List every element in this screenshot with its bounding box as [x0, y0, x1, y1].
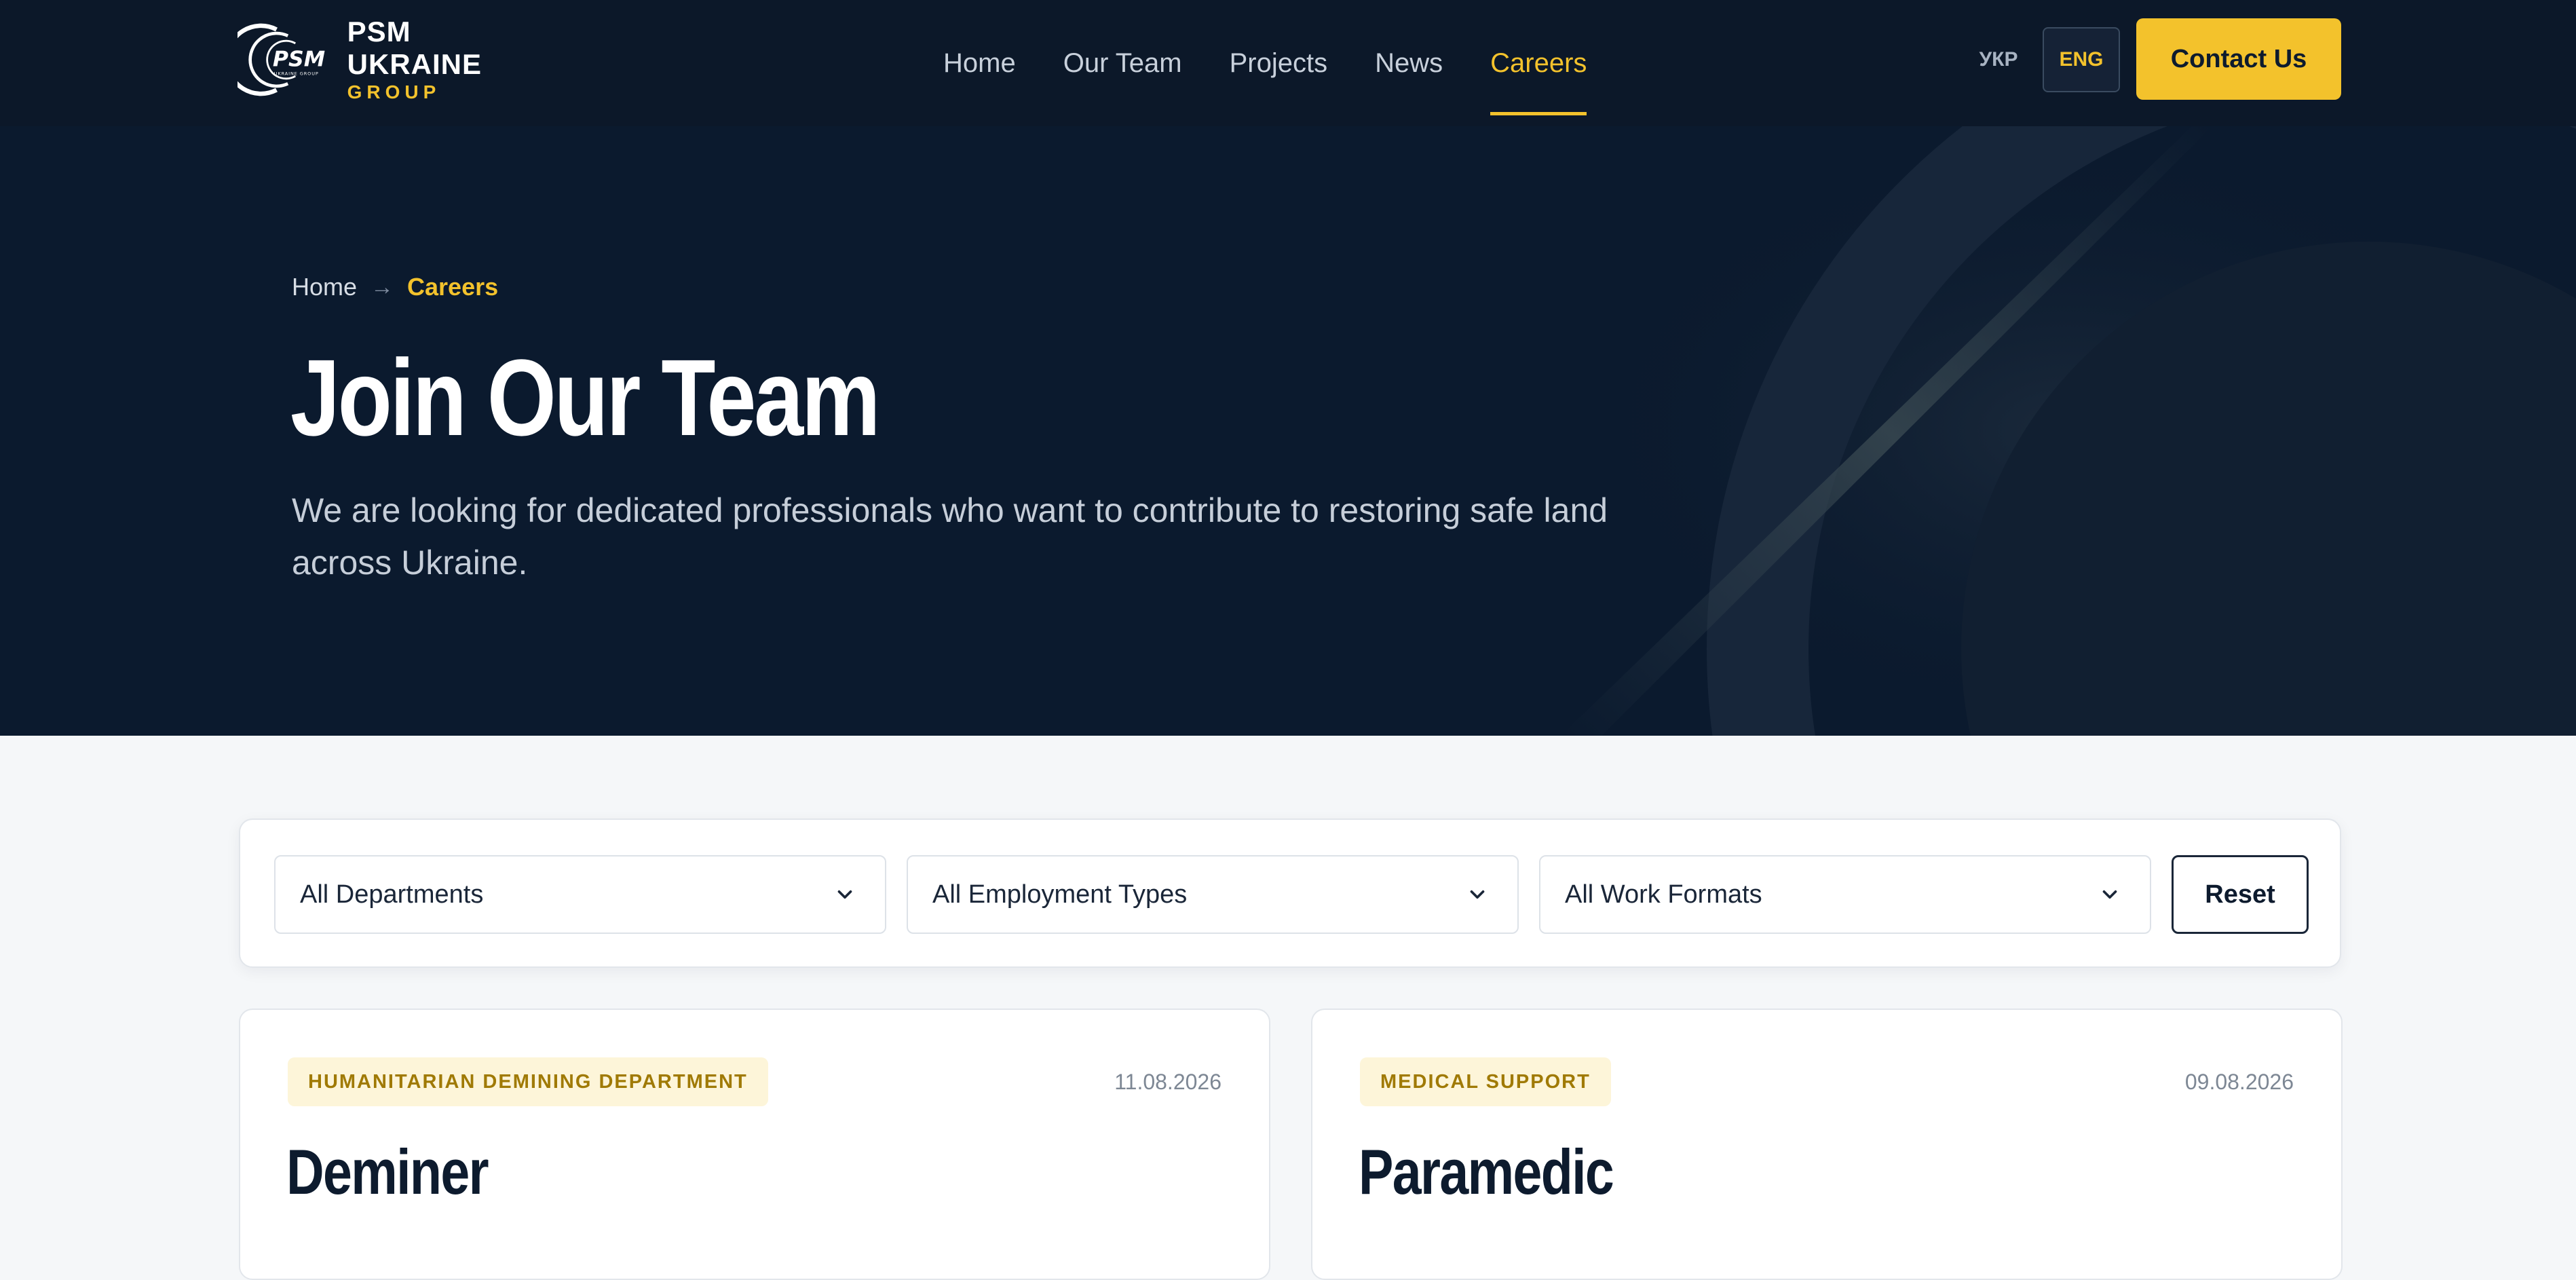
- chevron-down-icon: [2102, 890, 2117, 899]
- reset-filters-button[interactable]: Reset: [2172, 855, 2309, 934]
- chevron-down-icon: [1470, 890, 1485, 899]
- contact-us-button[interactable]: Contact Us: [2136, 18, 2341, 100]
- hero-section: Home → Careers Join Our Team We are look…: [0, 126, 2576, 736]
- brand-line-3: GROUP: [347, 81, 441, 102]
- brand-logo[interactable]: PSM UKRAINE GROUP PSM UKRAINE GROUP: [238, 12, 482, 107]
- breadcrumb-arrow-icon: →: [371, 274, 394, 300]
- logo-mark-subtext: UKRAINE GROUP: [274, 71, 319, 76]
- main-nav: Home Our Team Projects News Careers: [943, 0, 1587, 126]
- job-title[interactable]: Paramedic: [1359, 1140, 1614, 1204]
- psm-logo-icon: PSM UKRAINE GROUP: [238, 23, 325, 96]
- language-eng-button[interactable]: ENG: [2043, 27, 2120, 92]
- department-select[interactable]: All Departments: [274, 855, 886, 934]
- job-department-badge: MEDICAL SUPPORT: [1360, 1057, 1611, 1106]
- chevron-down-icon: [837, 890, 852, 899]
- nav-item-home[interactable]: Home: [943, 0, 1016, 126]
- employment-type-select-value: All Employment Types: [932, 880, 1188, 909]
- brand-line-1: PSM: [347, 16, 411, 48]
- work-format-select[interactable]: All Work Formats: [1539, 855, 2151, 934]
- nav-item-careers[interactable]: Careers: [1490, 0, 1587, 126]
- nav-item-projects[interactable]: Projects: [1230, 0, 1328, 126]
- nav-item-our-team[interactable]: Our Team: [1063, 0, 1182, 126]
- nav-item-news[interactable]: News: [1375, 0, 1443, 126]
- job-title[interactable]: Deminer: [286, 1140, 489, 1204]
- brand-line-2: UKRAINE: [347, 48, 482, 80]
- breadcrumb-current: Careers: [407, 273, 499, 301]
- job-date: 09.08.2026: [2184, 1070, 2294, 1094]
- job-filter-bar: All Departments All Employment Types All…: [239, 818, 2341, 968]
- department-select-value: All Departments: [300, 880, 484, 909]
- logo-mark-text: PSM: [273, 47, 325, 71]
- job-card[interactable]: MEDICAL SUPPORT 09.08.2026 Paramedic: [1311, 1009, 2343, 1280]
- work-format-select-value: All Work Formats: [1565, 880, 1762, 909]
- language-ukr-button[interactable]: УКР: [1968, 41, 2029, 79]
- site-header: PSM UKRAINE GROUP PSM UKRAINE GROUP Home…: [0, 0, 2576, 126]
- brand-wordmark: PSM UKRAINE GROUP: [347, 18, 482, 102]
- job-date: 11.08.2026: [1114, 1070, 1221, 1094]
- page-subtitle: We are looking for dedicated professiona…: [292, 491, 1608, 582]
- breadcrumb-home-link[interactable]: Home: [292, 273, 357, 301]
- job-card[interactable]: HUMANITARIAN DEMINING DEPARTMENT 11.08.2…: [239, 1009, 1270, 1280]
- job-department-badge: HUMANITARIAN DEMINING DEPARTMENT: [288, 1057, 768, 1106]
- page-title: Join Our Team: [290, 337, 880, 458]
- breadcrumb: Home → Careers: [292, 273, 498, 301]
- employment-type-select[interactable]: All Employment Types: [907, 855, 1519, 934]
